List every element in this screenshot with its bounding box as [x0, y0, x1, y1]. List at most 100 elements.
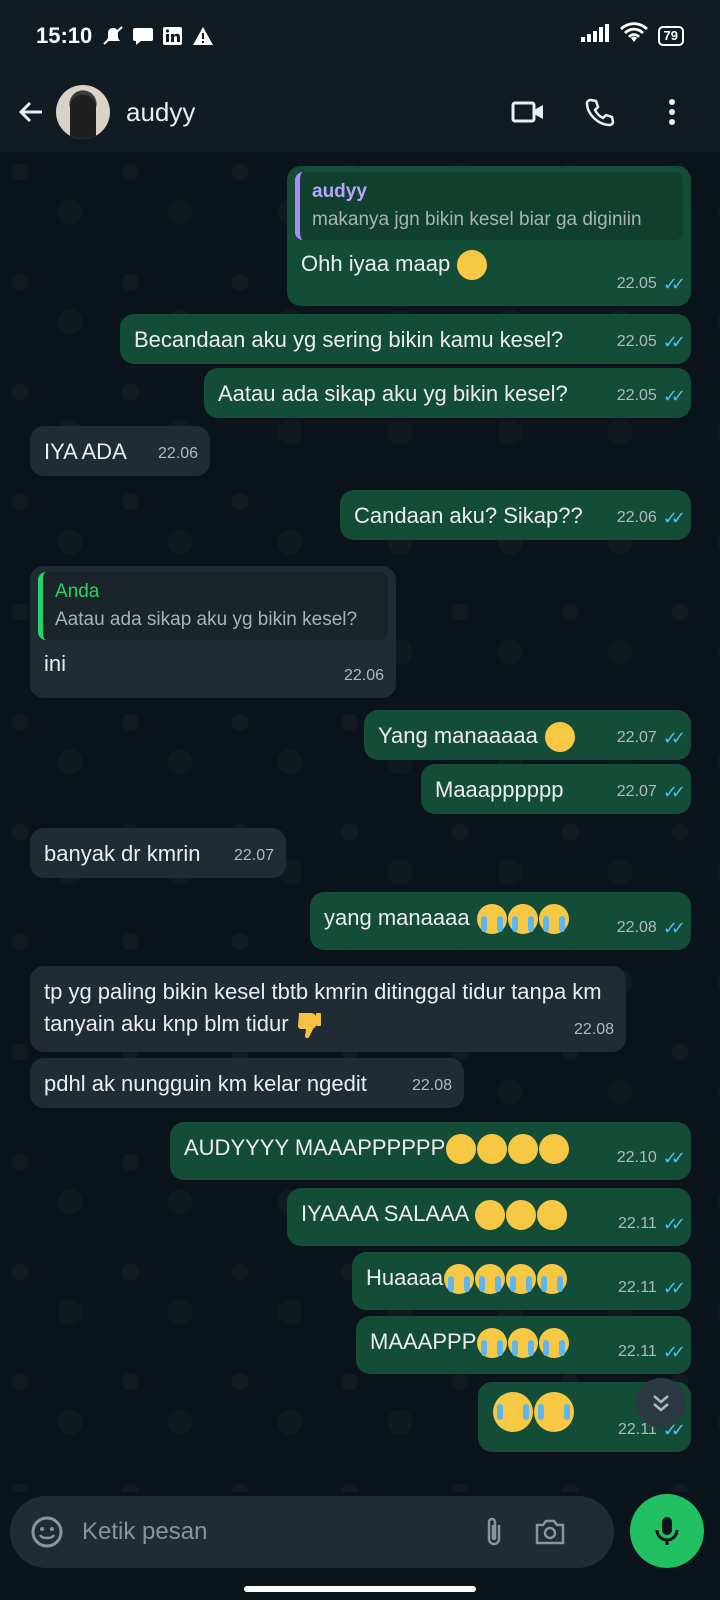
message-out[interactable]: Becandaan aku yg sering bikin kamu kesel…	[120, 314, 691, 364]
message-text: yang manaaaa	[324, 905, 470, 930]
message-out[interactable]: IYAAAA SALAAA 22.11 ✓✓	[287, 1188, 691, 1246]
crying-emoji-icon	[475, 1264, 506, 1295]
message-text: Aatau ada sikap aku yg bikin kesel?	[218, 381, 568, 406]
video-call-icon[interactable]	[502, 86, 554, 138]
message-text: IYAAAA SALAAA	[301, 1201, 469, 1226]
message-in[interactable]: tp yg paling bikin kesel tbtb kmrin diti…	[30, 966, 626, 1052]
pensive-emoji-icon	[475, 1200, 506, 1231]
more-icon[interactable]	[646, 86, 698, 138]
battery-indicator: 79	[657, 26, 684, 46]
message-in[interactable]: IYA ADA 22.06	[30, 426, 210, 476]
back-arrow-icon[interactable]	[6, 87, 56, 137]
message-text: IYA ADA	[44, 439, 127, 464]
message-in[interactable]: banyak dr kmrin 22.07	[30, 828, 286, 878]
message-out[interactable]: Aatau ada sikap aku yg bikin kesel? 22.0…	[204, 368, 691, 418]
crying-emoji-icon	[534, 1392, 574, 1432]
camera-icon[interactable]	[526, 1508, 574, 1556]
quoted-message[interactable]: Anda Aatau ada sikap aku yg bikin kesel?	[38, 572, 388, 640]
read-ticks-icon: ✓✓	[662, 332, 686, 352]
message-in[interactable]: Anda Aatau ada sikap aku yg bikin kesel?…	[30, 566, 396, 698]
message-text: tp yg paling bikin kesel tbtb kmrin diti…	[44, 979, 602, 1036]
message-time: 22.10	[616, 1149, 657, 1166]
pleading-emoji-icon	[446, 1134, 477, 1165]
message-out[interactable]: MAAAPPP 22.11 ✓✓	[356, 1316, 691, 1374]
emoji-icon[interactable]	[24, 1509, 70, 1555]
read-ticks-icon: ✓✓	[662, 1148, 686, 1168]
status-bar: 15:10 79	[0, 0, 720, 72]
read-ticks-icon: ✓✓	[662, 728, 686, 748]
signal-icon	[580, 23, 610, 49]
crying-emoji-icon	[493, 1392, 533, 1432]
read-ticks-icon: ✓✓	[662, 1342, 686, 1362]
message-input[interactable]	[82, 1518, 462, 1546]
crying-emoji-icon	[507, 904, 538, 935]
read-ticks-icon: ✓✓	[662, 782, 686, 802]
crying-emoji-icon	[538, 904, 569, 935]
message-time: 22.08	[411, 1077, 452, 1094]
pensive-emoji-icon	[537, 1200, 568, 1231]
linkedin-icon	[162, 26, 184, 46]
message-time: 22.08	[616, 919, 657, 936]
message-out[interactable]: Maaapppppp 22.07 ✓✓	[421, 764, 691, 814]
message-time: 22.05	[616, 333, 657, 350]
crying-emoji-icon	[506, 1264, 537, 1295]
home-indicator[interactable]	[244, 1586, 476, 1592]
message-text: MAAAPPP	[370, 1329, 477, 1354]
attach-icon[interactable]	[470, 1508, 518, 1556]
scroll-down-icon[interactable]	[636, 1378, 686, 1428]
message-out[interactable]: AUDYYYY MAAAPPPPPP 22.10 ✓✓	[170, 1122, 691, 1180]
contact-name[interactable]: audyy	[126, 97, 195, 128]
crying-emoji-icon	[508, 1328, 539, 1359]
pleading-emoji-icon	[508, 1134, 539, 1165]
pleading-emoji-icon	[539, 1134, 570, 1165]
contact-avatar[interactable]	[56, 85, 110, 139]
message-out[interactable]: Yang manaaaaa 22.07 ✓✓	[364, 710, 691, 760]
message-icon	[132, 26, 154, 46]
message-time: 22.07	[233, 847, 274, 864]
read-ticks-icon: ✓✓	[662, 508, 686, 528]
crying-emoji-icon	[537, 1264, 568, 1295]
quoted-message[interactable]: audyy makanya jgn bikin kesel biar ga di…	[295, 172, 683, 240]
message-out[interactable]: audyy makanya jgn bikin kesel biar ga di…	[287, 166, 691, 306]
pensive-emoji-icon	[457, 250, 488, 281]
message-time: 22.05	[616, 275, 657, 292]
crying-emoji-icon	[444, 1264, 475, 1295]
message-out[interactable]: yang manaaaa 22.08 ✓✓	[310, 892, 691, 950]
crying-emoji-icon	[476, 904, 507, 935]
message-time: 22.08	[573, 1021, 614, 1038]
message-text: AUDYYYY MAAAPPPPPP	[184, 1135, 446, 1160]
read-ticks-icon: ✓✓	[662, 918, 686, 938]
thumbs-down-emoji-icon	[295, 1010, 323, 1040]
mic-icon[interactable]	[630, 1494, 704, 1568]
read-ticks-icon: ✓✓	[662, 274, 686, 294]
message-time: 22.05	[616, 387, 657, 404]
message-composer	[10, 1496, 614, 1568]
warning-icon	[192, 26, 214, 46]
voice-call-icon[interactable]	[574, 86, 626, 138]
quote-author: audyy	[312, 181, 367, 202]
chat-area[interactable]: audyy makanya jgn bikin kesel biar ga di…	[0, 152, 720, 1492]
pleading-emoji-icon	[544, 722, 575, 753]
quote-text: Aatau ada sikap aku yg bikin kesel?	[55, 609, 358, 630]
message-text: Candaan aku? Sikap??	[354, 503, 583, 528]
crying-emoji-icon	[477, 1328, 508, 1359]
message-text: Ohh iyaa maap	[301, 251, 451, 276]
message-time: 22.06	[616, 509, 657, 526]
read-ticks-icon: ✓✓	[662, 1214, 686, 1234]
message-in[interactable]: pdhl ak nungguin km kelar ngedit 22.08	[30, 1058, 464, 1108]
muted-bell-icon	[102, 26, 124, 46]
message-time: 22.11	[617, 1215, 657, 1232]
message-time: 22.06	[157, 445, 198, 462]
message-time: 22.07	[616, 729, 657, 746]
message-time: 22.11	[617, 1343, 657, 1360]
message-text: Yang manaaaaa	[378, 723, 538, 748]
message-text: Becandaan aku yg sering bikin kamu kesel…	[134, 327, 564, 352]
message-out[interactable]: Candaan aku? Sikap?? 22.06 ✓✓	[340, 490, 691, 540]
message-time: 22.07	[616, 783, 657, 800]
message-out[interactable]: Huaaaa 22.11 ✓✓	[352, 1252, 691, 1310]
message-time: 22.11	[617, 1279, 657, 1296]
message-text: ini	[44, 651, 67, 676]
chat-header: audyy	[0, 72, 720, 152]
message-time: 22.06	[343, 667, 384, 684]
pleading-emoji-icon	[477, 1134, 508, 1165]
